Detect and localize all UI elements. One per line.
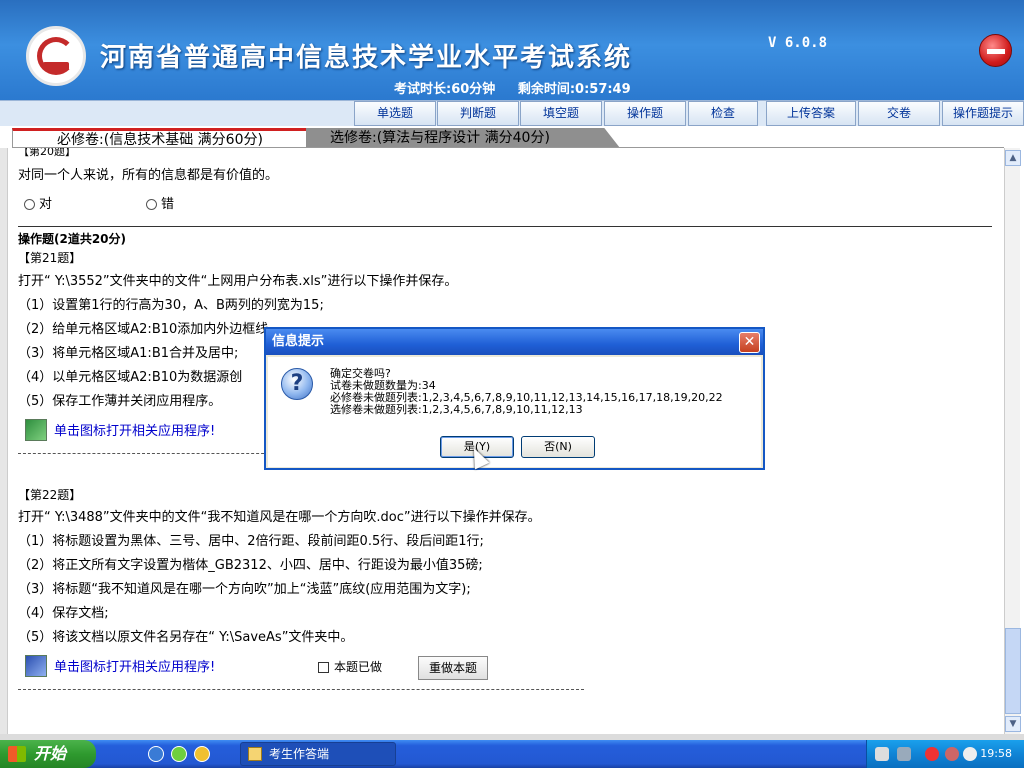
quicklaunch-app-icon[interactable] [171, 746, 187, 762]
q22-open-link[interactable]: 单击图标打开相关应用程序! [54, 656, 215, 675]
app-title: 河南省普通高中信息技术学业水平考试系统 [100, 43, 633, 73]
question-icon: ? [281, 368, 313, 400]
done-checkbox[interactable]: 本题已做 [318, 658, 382, 675]
quicklaunch-app2-icon[interactable] [194, 746, 210, 762]
upload-answer-button[interactable]: 上传答案 [766, 101, 856, 126]
clock: 19:58 [980, 747, 1012, 760]
time-info: 考试时长:60分钟 剩余时间:0:57:49 [394, 78, 649, 97]
task-app-icon [248, 747, 262, 761]
app-header: 河南省普通高中信息技术学业水平考试系统 V 6.0.8 考试时长:60分钟 剩余… [0, 0, 1024, 100]
q21-header: 【第21题】 [18, 251, 82, 265]
q21-step-5: （5）保存工作薄并关闭应用程序。 [18, 394, 222, 409]
taskbar: 开始 考生作答端 19:58 [0, 740, 1024, 768]
windows-flag-icon [8, 746, 26, 762]
true-false-button[interactable]: 判断题 [437, 101, 519, 126]
confirm-dialog: 信息提示 ✕ ? 确定交卷吗? 试卷未做题数量为:34 必修卷未做题列表:1,2… [264, 327, 765, 470]
no-button[interactable]: 否(N) [521, 436, 595, 458]
operation-button[interactable]: 操作题 [604, 101, 686, 126]
remaining-time: 剩余时间:0:57:49 [517, 82, 631, 97]
app-logo [26, 26, 86, 86]
dashed-divider-2 [18, 689, 584, 690]
q22-step-2: （2）将正文所有文字设置为楷体_GB2312、小四、居中、行距设为最小值35磅; [18, 558, 483, 573]
excel-app-icon[interactable] [25, 419, 47, 441]
q22-step-1: （1）将标题设置为黑体、三号、居中、2倍行距、段前间距0.5行、段后间距1行; [18, 534, 484, 549]
q21-open-link[interactable]: 单击图标打开相关应用程序! [54, 420, 215, 439]
q21-step-2: （2）给单元格区域A2:B10添加内外边框线 [18, 322, 269, 337]
q22-step-3: （3）将标题“我不知道风是在哪一个方向吹”加上“浅蓝”底纹(应用范围为文字); [18, 582, 471, 597]
word-app-icon[interactable] [25, 655, 47, 677]
redo-button[interactable]: 重做本题 [418, 656, 488, 680]
system-tray: 19:58 [866, 740, 1024, 768]
tray-app2-icon[interactable] [945, 747, 959, 761]
option-true[interactable]: 对 [24, 193, 52, 212]
dialog-line-4: 选修卷未做题列表:1,2,3,4,5,6,7,8,9,10,11,12,13 [330, 403, 583, 416]
tray-app-icon[interactable] [925, 747, 939, 761]
submit-paper-button[interactable]: 交卷 [858, 101, 940, 126]
q20-text: 对同一个人来说，所有的信息都是有价值的。 [18, 168, 279, 183]
dialog-message: 确定交卷吗? 试卷未做题数量为:34 必修卷未做题列表:1,2,3,4,5,6,… [330, 368, 723, 416]
start-button[interactable]: 开始 [0, 740, 96, 768]
dialog-close-icon[interactable]: ✕ [739, 332, 760, 353]
dashed-divider [18, 453, 274, 454]
fill-blank-button[interactable]: 填空题 [520, 101, 602, 126]
q22-text: 打开“ Y:\3488”文件夹中的文件“我不知道风是在哪一个方向吹.doc”进行… [18, 510, 541, 525]
paper-tabs: 必修卷:(信息技术基础 满分60分) 选修卷:(算法与程序设计 满分40分) [0, 126, 1024, 148]
toolbar: 单选题 判断题 填空题 操作题 检查 上传答案 交卷 操作题提示 [0, 100, 1024, 126]
option-false[interactable]: 错 [146, 193, 174, 212]
q22-step-4: （4）保存文档; [18, 606, 109, 621]
volume-icon[interactable] [963, 747, 977, 761]
check-button[interactable]: 检查 [688, 101, 758, 126]
q21-step-1: （1）设置第1行的行高为30，A、B两列的列宽为15; [18, 298, 324, 313]
exam-duration: 考试时长:60分钟 [394, 82, 496, 97]
radio-false[interactable] [146, 199, 157, 210]
q22-header: 【第22题】 [18, 488, 82, 502]
dialog-body: ? 确定交卷吗? 试卷未做题数量为:34 必修卷未做题列表:1,2,3,4,5,… [268, 357, 761, 467]
pen-icon[interactable] [897, 747, 911, 761]
quicklaunch-ie-icon[interactable] [148, 746, 164, 762]
q21-step-4: （4）以单元格区域A2:B10为数据源创 [18, 370, 243, 385]
scroll-down-icon[interactable]: ▼ [1005, 716, 1021, 732]
single-choice-button[interactable]: 单选题 [354, 101, 436, 126]
vertical-scrollbar[interactable]: ▲ ▼ [1004, 148, 1021, 734]
checkbox-box[interactable] [318, 662, 329, 673]
section-title: 操作题(2道共20分) [18, 232, 127, 246]
task-exam-client[interactable]: 考生作答端 [240, 742, 396, 766]
scroll-up-icon[interactable]: ▲ [1005, 150, 1021, 166]
radio-true[interactable] [24, 199, 35, 210]
left-edge [0, 148, 8, 734]
q21-text: 打开“ Y:\3552”文件夹中的文件“上网用户分布表.xls”进行以下操作并保… [18, 274, 458, 289]
exit-button[interactable] [979, 34, 1012, 67]
tab-elective[interactable]: 选修卷:(算法与程序设计 满分40分) [306, 128, 620, 148]
dialog-title: 信息提示 [266, 329, 763, 355]
q22-step-5: （5）将该文档以原文件名另存在“ Y:\SaveAs”文件夹中。 [18, 630, 354, 645]
q21-step-3: （3）将单元格区域A1:B1合并及居中; [18, 346, 239, 361]
tab-required[interactable]: 必修卷:(信息技术基础 满分60分) [12, 128, 308, 148]
divider [18, 226, 992, 227]
q20-header: 【第20题】 [18, 148, 76, 158]
scroll-thumb[interactable] [1005, 628, 1021, 714]
keyboard-icon[interactable] [875, 747, 889, 761]
version-label: V 6.0.8 [768, 35, 828, 51]
operation-hint-button[interactable]: 操作题提示 [942, 101, 1024, 126]
